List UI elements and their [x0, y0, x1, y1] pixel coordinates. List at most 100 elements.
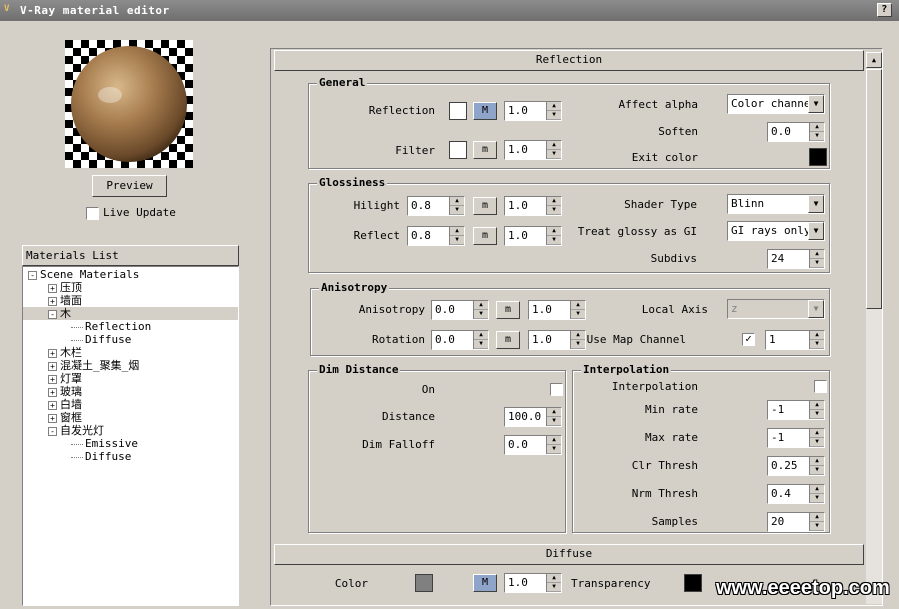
spin-down-icon[interactable]: ▼: [810, 522, 824, 531]
spin-down-icon[interactable]: ▼: [474, 310, 488, 319]
tree-item[interactable]: -木: [23, 307, 238, 320]
spin-up-icon[interactable]: ▲: [810, 457, 824, 466]
spin-down-icon[interactable]: ▼: [547, 150, 561, 159]
spin-up-icon[interactable]: ▲: [547, 227, 561, 236]
reflection-rollout-header[interactable]: Reflection: [274, 50, 864, 71]
reflect-mult-spinner[interactable]: 1.0 ▲ ▼: [504, 226, 562, 246]
spin-up-icon[interactable]: ▲: [810, 123, 824, 132]
spin-up-icon[interactable]: ▲: [450, 227, 464, 236]
spin-down-icon[interactable]: ▼: [547, 111, 561, 120]
live-update-checkbox[interactable]: [86, 207, 99, 220]
dim-falloff-spinner[interactable]: 0.0 ▲ ▼: [504, 435, 562, 455]
diffuse-color-swatch[interactable]: [415, 574, 433, 592]
spin-up-icon[interactable]: ▲: [450, 197, 464, 206]
spin-down-icon[interactable]: ▼: [547, 417, 561, 426]
scroll-thumb[interactable]: [866, 69, 882, 309]
tree-item[interactable]: Emissive: [23, 437, 238, 450]
spin-up-icon[interactable]: ▲: [810, 401, 824, 410]
spin-up-icon[interactable]: ▲: [571, 301, 585, 310]
filter-color-swatch[interactable]: [449, 141, 467, 159]
min-rate-spinner[interactable]: -1 ▲ ▼: [767, 400, 825, 420]
rotation-mult-spinner[interactable]: 1.0 ▲ ▼: [528, 330, 586, 350]
reflect-glossiness-spinner[interactable]: 0.8 ▲ ▼: [407, 226, 465, 246]
spin-up-icon[interactable]: ▲: [474, 301, 488, 310]
distance-spinner[interactable]: 100.0 ▲ ▼: [504, 407, 562, 427]
expand-icon[interactable]: +: [48, 387, 57, 397]
spin-down-icon[interactable]: ▼: [810, 340, 824, 349]
diffuse-amount-spinner[interactable]: 1.0 ▲ ▼: [504, 573, 562, 593]
spin-down-icon[interactable]: ▼: [571, 310, 585, 319]
help-button[interactable]: ?: [877, 3, 892, 17]
chevron-down-icon[interactable]: ▼: [808, 95, 824, 113]
anisotropy-mult-spinner[interactable]: 1.0 ▲ ▼: [528, 300, 586, 320]
hilight-glossiness-spinner[interactable]: 0.8 ▲ ▼: [407, 196, 465, 216]
spin-up-icon[interactable]: ▲: [547, 141, 561, 150]
tree-item[interactable]: - Scene Materials: [23, 268, 238, 281]
tree-item[interactable]: + 灯罩: [23, 372, 238, 385]
vertical-scrollbar[interactable]: ▲: [866, 52, 882, 604]
interpolation-checkbox[interactable]: [814, 380, 827, 393]
affect-alpha-select[interactable]: Color channel ▼: [727, 94, 825, 114]
spin-up-icon[interactable]: ▲: [810, 331, 824, 340]
preview-button[interactable]: Preview: [92, 175, 167, 197]
reflection-amount-spinner[interactable]: 1.0 ▲ ▼: [504, 101, 562, 121]
filter-map-button[interactable]: m: [473, 141, 497, 159]
chevron-down-icon[interactable]: ▼: [808, 300, 824, 318]
collapse-icon[interactable]: -: [48, 309, 57, 319]
map-channel-spinner[interactable]: 1 ▲ ▼: [765, 330, 825, 350]
materials-tree[interactable]: - Scene Materials + 压顶 + 墙面 - 木 Reflection Diffus…: [22, 266, 239, 606]
tree-item[interactable]: Diffuse: [23, 450, 238, 463]
expand-icon[interactable]: +: [48, 413, 57, 423]
spin-down-icon[interactable]: ▼: [810, 410, 824, 419]
chevron-down-icon[interactable]: ▼: [808, 222, 824, 240]
scroll-up-icon[interactable]: ▲: [866, 52, 882, 68]
exit-color-swatch[interactable]: [809, 148, 827, 166]
tree-item[interactable]: + 玻璃: [23, 385, 238, 398]
spin-up-icon[interactable]: ▲: [474, 331, 488, 340]
spin-up-icon[interactable]: ▲: [810, 513, 824, 522]
soften-spinner[interactable]: 0.0 ▲ ▼: [767, 122, 825, 142]
nrm-thresh-spinner[interactable]: 0.4 ▲ ▼: [767, 484, 825, 504]
tree-item[interactable]: Reflection: [23, 320, 238, 333]
expand-icon[interactable]: +: [48, 296, 57, 306]
spin-down-icon[interactable]: ▼: [547, 236, 561, 245]
spin-down-icon[interactable]: ▼: [450, 236, 464, 245]
spin-up-icon[interactable]: ▲: [547, 408, 561, 417]
tree-item[interactable]: + 白墙: [23, 398, 238, 411]
spin-up-icon[interactable]: ▲: [547, 197, 561, 206]
hilight-map-button[interactable]: m: [473, 197, 497, 215]
spin-down-icon[interactable]: ▼: [547, 445, 561, 454]
treat-glossy-select[interactable]: GI rays only ▼: [727, 221, 825, 241]
samples-spinner[interactable]: 20 ▲ ▼: [767, 512, 825, 532]
spin-up-icon[interactable]: ▲: [547, 574, 561, 583]
rotation-map-button[interactable]: m: [496, 331, 520, 349]
tree-item[interactable]: - 自发光灯: [23, 424, 238, 437]
spin-up-icon[interactable]: ▲: [547, 102, 561, 111]
spin-up-icon[interactable]: ▲: [810, 485, 824, 494]
local-axis-select[interactable]: z ▼: [727, 299, 825, 319]
shader-type-select[interactable]: Blinn ▼: [727, 194, 825, 214]
hilight-mult-spinner[interactable]: 1.0 ▲ ▼: [504, 196, 562, 216]
tree-item[interactable]: + 窗框: [23, 411, 238, 424]
tree-item[interactable]: + 木栏: [23, 346, 238, 359]
tree-item[interactable]: + 压顶: [23, 281, 238, 294]
diffuse-rollout-header[interactable]: Diffuse: [274, 544, 864, 565]
subdivs-spinner[interactable]: 24 ▲ ▼: [767, 249, 825, 269]
expand-icon[interactable]: +: [48, 361, 57, 371]
diffuse-map-button[interactable]: M: [473, 574, 497, 592]
use-map-channel-checkbox[interactable]: ✓: [742, 333, 755, 346]
anisotropy-spinner[interactable]: 0.0 ▲ ▼: [431, 300, 489, 320]
clr-thresh-spinner[interactable]: 0.25 ▲ ▼: [767, 456, 825, 476]
spin-up-icon[interactable]: ▲: [547, 436, 561, 445]
spin-down-icon[interactable]: ▼: [547, 583, 561, 592]
rotation-spinner[interactable]: 0.0 ▲ ▼: [431, 330, 489, 350]
collapse-icon[interactable]: -: [48, 426, 57, 436]
spin-down-icon[interactable]: ▼: [810, 494, 824, 503]
spin-up-icon[interactable]: ▲: [810, 250, 824, 259]
spin-down-icon[interactable]: ▼: [474, 340, 488, 349]
tree-item[interactable]: + 墙面: [23, 294, 238, 307]
expand-icon[interactable]: +: [48, 283, 57, 293]
dim-on-checkbox[interactable]: [550, 383, 563, 396]
spin-down-icon[interactable]: ▼: [810, 132, 824, 141]
spin-down-icon[interactable]: ▼: [547, 206, 561, 215]
